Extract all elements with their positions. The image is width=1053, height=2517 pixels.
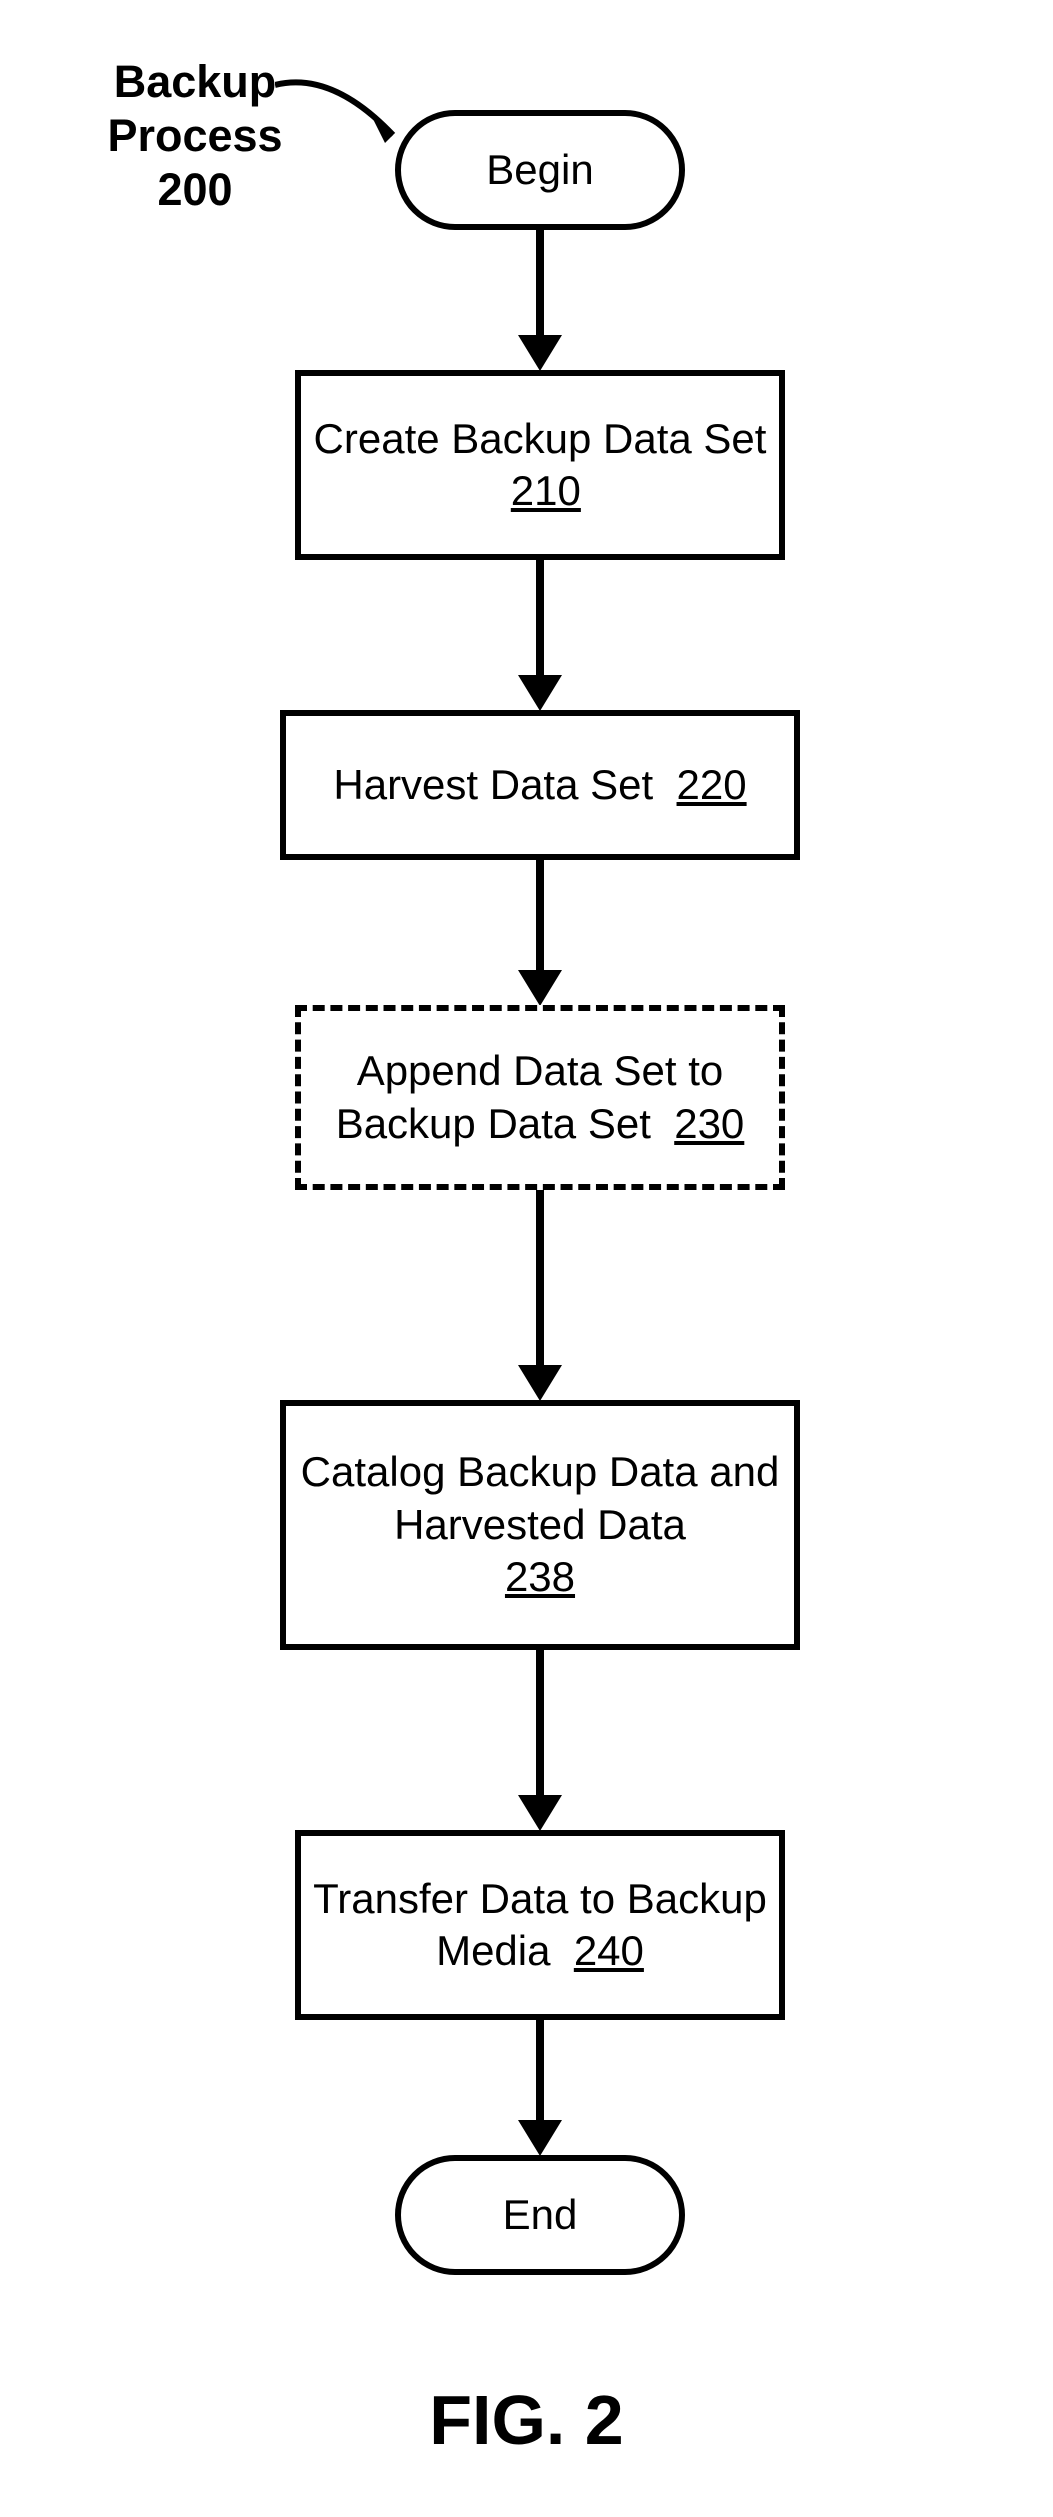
edge-240-end-line [536,2020,544,2120]
process-230-ref: 230 [674,1100,744,1147]
terminator-end: End [395,2155,685,2275]
edge-210-220-head [518,675,562,711]
process-210-ref: 210 [511,467,581,514]
process-238: Catalog Backup Data and Harvested Data 2… [280,1400,800,1650]
process-210-content: Create Backup Data Set 210 [301,413,779,518]
title-leader-line [275,55,405,150]
edge-240-end-head [518,2120,562,2156]
process-240: Transfer Data to Backup Media 240 [295,1830,785,2020]
process-230-optional: Append Data Set to Backup Data Set 230 [295,1005,785,1190]
terminator-begin: Begin [395,110,685,230]
terminator-begin-label: Begin [486,144,593,197]
process-220-ref: 220 [677,761,747,808]
edge-220-230-line [536,860,544,970]
edge-230-238-head [518,1365,562,1401]
process-240-content: Transfer Data to Backup Media 240 [301,1873,779,1978]
process-210-text: Create Backup Data Set [314,415,767,462]
process-240-text: Transfer Data to Backup Media [313,1875,767,1975]
diagram-title-text: BackupProcess 200 [107,56,282,215]
process-240-ref: 240 [574,1927,644,1974]
process-220-content: Harvest Data Set 220 [333,759,746,812]
edge-begin-210-head [518,335,562,371]
edge-210-220-line [536,560,544,675]
process-238-text: Catalog Backup Data and Harvested Data [301,1448,780,1548]
flowchart-canvas: BackupProcess 200 Begin Create Backup Da… [0,0,1053,2517]
figure-caption: FIG. 2 [0,2380,1053,2460]
edge-220-230-head [518,970,562,1006]
figure-caption-text: FIG. 2 [429,2381,623,2459]
edge-238-240-line [536,1650,544,1795]
process-238-content: Catalog Backup Data and Harvested Data 2… [286,1446,794,1604]
process-220-text: Harvest Data Set [333,761,653,808]
edge-238-240-head [518,1795,562,1831]
process-210: Create Backup Data Set 210 [295,370,785,560]
terminator-end-label: End [503,2189,578,2242]
edge-230-238-line [536,1190,544,1365]
edge-begin-210-line [536,230,544,335]
process-230-content: Append Data Set to Backup Data Set 230 [301,1045,779,1150]
process-238-ref: 238 [505,1553,575,1600]
process-220: Harvest Data Set 220 [280,710,800,860]
